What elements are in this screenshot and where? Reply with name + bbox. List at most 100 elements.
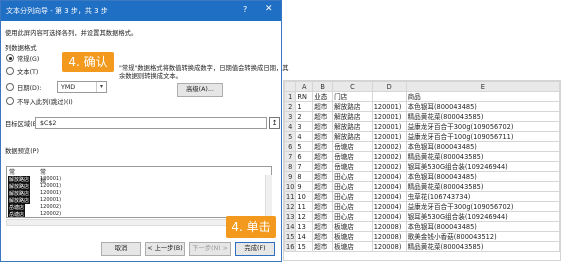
destination-input[interactable]: $C$2 bbox=[35, 117, 267, 129]
table-cell[interactable]: 田心店 bbox=[332, 181, 373, 192]
table-cell[interactable]: 15 bbox=[295, 241, 314, 252]
radio-skip-label[interactable]: 不导入此列(跳过)(I) bbox=[17, 97, 73, 106]
table-cell[interactable]: 田心店 bbox=[332, 201, 373, 212]
cancel-button[interactable]: 取消 bbox=[101, 242, 141, 256]
row-header[interactable]: 10 bbox=[283, 181, 297, 192]
table-cell[interactable]: 虫草花(106743734) bbox=[405, 191, 561, 202]
table-cell[interactable]: 解放路店 bbox=[332, 121, 373, 132]
table-cell[interactable]: 板塘店 bbox=[332, 241, 373, 252]
table-cell[interactable]: 超市 bbox=[312, 101, 334, 112]
row-header[interactable]: 1 bbox=[283, 91, 297, 102]
table-cell[interactable]: 板塘店 bbox=[332, 231, 373, 242]
select-all-corner[interactable] bbox=[283, 81, 297, 92]
table-cell[interactable]: 超市 bbox=[312, 191, 334, 202]
close-icon[interactable]: ✕ bbox=[265, 4, 273, 14]
row-header[interactable]: 15 bbox=[283, 231, 297, 242]
table-cell[interactable]: 6 bbox=[295, 151, 314, 162]
row-header[interactable]: 9 bbox=[283, 171, 297, 182]
table-cell[interactable]: 精品黄花菜(800043585) bbox=[405, 241, 561, 252]
table-cell[interactable]: 田心店 bbox=[332, 171, 373, 182]
table-cell[interactable]: 12 bbox=[295, 211, 314, 222]
table-cell[interactable]: 超市 bbox=[312, 211, 334, 222]
table-cell[interactable]: 精品黄花菜(800043585) bbox=[405, 111, 561, 122]
table-cell[interactable]: 岳塘店 bbox=[332, 151, 373, 162]
table-cell[interactable]: 本色银耳(800043485) bbox=[405, 101, 561, 112]
table-cell[interactable]: 120004) bbox=[371, 211, 407, 222]
table-cell[interactable]: 2 bbox=[295, 111, 314, 122]
row-header[interactable]: 7 bbox=[283, 151, 297, 162]
radio-general-label[interactable]: 常规(G) bbox=[17, 54, 39, 63]
table-cell[interactable]: 120004) bbox=[371, 171, 407, 182]
table-cell[interactable]: RN bbox=[295, 91, 314, 102]
table-cell[interactable]: 120008) bbox=[371, 241, 407, 252]
row-header[interactable]: 16 bbox=[283, 241, 297, 252]
table-cell[interactable]: 益康龙牙百合干100g(109056711) bbox=[405, 131, 561, 142]
table-cell[interactable]: 120001) bbox=[371, 121, 407, 132]
range-picker-icon[interactable]: ↥ bbox=[269, 117, 280, 129]
chevron-down-icon[interactable]: ▾ bbox=[96, 82, 106, 92]
row-header[interactable]: 6 bbox=[283, 141, 297, 152]
table-cell[interactable]: 歌美金钱小香菇(800043512) bbox=[405, 231, 561, 242]
row-header[interactable]: 12 bbox=[283, 201, 297, 212]
table-cell[interactable]: 120004) bbox=[371, 191, 407, 202]
table-cell[interactable]: 1 bbox=[295, 101, 314, 112]
table-cell[interactable]: 120002) bbox=[371, 151, 407, 162]
data-preview[interactable]: 常规 常规 解放路店120001) 解放路店120001) 解放路店120001… bbox=[6, 166, 272, 218]
table-cell[interactable]: 5 bbox=[295, 141, 314, 152]
column-header[interactable]: B bbox=[312, 81, 334, 92]
radio-date-label[interactable]: 日期(D): bbox=[17, 83, 41, 92]
table-cell[interactable]: 业态 bbox=[312, 91, 334, 102]
table-cell[interactable]: 超市 bbox=[312, 241, 334, 252]
table-cell[interactable]: 120001) bbox=[371, 131, 407, 142]
table-cell[interactable]: 超市 bbox=[312, 231, 334, 242]
table-cell[interactable]: 3 bbox=[295, 121, 314, 132]
help-icon[interactable]: ? bbox=[243, 5, 247, 14]
table-cell[interactable]: 13 bbox=[295, 221, 314, 232]
column-header[interactable]: D bbox=[371, 81, 407, 92]
table-cell[interactable]: 4 bbox=[295, 131, 314, 142]
preview-vertical-scrollbar[interactable] bbox=[265, 175, 272, 218]
table-cell[interactable]: 超市 bbox=[312, 181, 334, 192]
table-cell[interactable]: 银耳美530G组合装(109246944) bbox=[405, 211, 561, 222]
row-header[interactable]: 4 bbox=[283, 121, 297, 132]
table-cell[interactable]: 120004) bbox=[371, 181, 407, 192]
table-cell[interactable]: 超市 bbox=[312, 131, 334, 142]
table-cell[interactable]: 板塘店 bbox=[332, 221, 373, 232]
table-cell[interactable]: 本色银耳(800043485) bbox=[405, 141, 561, 152]
table-cell[interactable]: 超市 bbox=[312, 121, 334, 132]
table-cell[interactable]: 本色银耳(800043485) bbox=[405, 171, 561, 182]
table-cell[interactable]: 超市 bbox=[312, 201, 334, 212]
table-cell[interactable]: 10 bbox=[295, 191, 314, 202]
table-cell[interactable]: 解放路店 bbox=[332, 111, 373, 122]
table-cell[interactable]: 门店 bbox=[332, 91, 373, 102]
back-button[interactable]: < 上一步(B) bbox=[145, 242, 185, 256]
table-cell[interactable]: 商品 bbox=[405, 91, 561, 102]
table-cell[interactable]: 本色银耳(800043485) bbox=[405, 221, 561, 232]
table-cell[interactable]: 11 bbox=[295, 201, 314, 212]
table-cell[interactable]: 超市 bbox=[312, 171, 334, 182]
table-cell[interactable]: 120004) bbox=[371, 201, 407, 212]
table-cell[interactable]: 120008) bbox=[371, 221, 407, 232]
table-cell[interactable]: 银耳美530G组合装(109246944) bbox=[405, 161, 561, 172]
row-header[interactable]: 11 bbox=[283, 191, 297, 202]
table-cell[interactable]: 120008) bbox=[371, 231, 407, 242]
row-header[interactable]: 13 bbox=[283, 211, 297, 222]
table-cell[interactable]: 岳塘店 bbox=[332, 161, 373, 172]
table-cell[interactable]: 120002) bbox=[371, 141, 407, 152]
table-cell[interactable]: 7 bbox=[295, 161, 314, 172]
table-cell[interactable]: 超市 bbox=[312, 221, 334, 232]
column-header[interactable]: A bbox=[295, 81, 314, 92]
finish-button[interactable]: 完成(F) bbox=[235, 242, 275, 256]
next-button[interactable]: 下一步(N) > bbox=[189, 242, 231, 256]
table-cell[interactable]: 9 bbox=[295, 181, 314, 192]
radio-text-label[interactable]: 文本(T) bbox=[17, 67, 38, 76]
table-cell[interactable]: 120002) bbox=[371, 161, 407, 172]
row-header[interactable]: 3 bbox=[283, 111, 297, 122]
column-header[interactable]: E bbox=[405, 81, 561, 92]
advanced-button[interactable]: 高级(A)... bbox=[177, 83, 223, 97]
table-cell[interactable]: 超市 bbox=[312, 151, 334, 162]
table-cell[interactable]: 解放路店 bbox=[332, 101, 373, 112]
table-cell[interactable]: 超市 bbox=[312, 111, 334, 122]
radio-date[interactable] bbox=[6, 83, 14, 91]
table-cell[interactable]: 益康龙牙百合干300g(109056702) bbox=[405, 201, 561, 212]
